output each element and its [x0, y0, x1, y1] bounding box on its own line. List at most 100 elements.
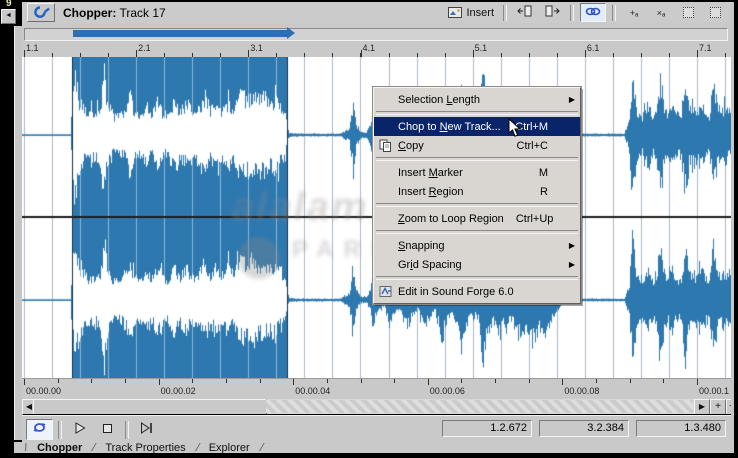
menu-item-shortcut: M: [527, 167, 566, 179]
tab-track-properties[interactable]: Track Properties: [105, 442, 185, 453]
stop-button[interactable]: [95, 420, 120, 439]
menu-item-label: Insert Marker: [398, 167, 463, 179]
ruler-label: 2.1: [138, 43, 151, 53]
menu-item-insert-marker[interactable]: Insert Marker M: [374, 163, 580, 182]
menu-separator: [376, 276, 578, 280]
chopper-context-menu: Selection Length▶ Chop to New Track...Ctr…: [373, 87, 581, 304]
tab-divider: /: [258, 442, 265, 453]
menu-item-insert-region[interactable]: Insert RegionR: [374, 182, 580, 201]
scrollbar-thumb[interactable]: [33, 399, 267, 414]
menu-item-label: Edit in Sound Forge 6.0: [398, 286, 514, 298]
time-tick: [596, 379, 597, 383]
time-tick: [630, 379, 631, 383]
time-tick: [663, 379, 664, 383]
halve-selection-icon: +ₐ: [630, 8, 639, 18]
tab-divider: /: [194, 442, 201, 453]
tab-chopper[interactable]: Chopper: [37, 442, 82, 453]
menu-item-label: Copy: [398, 140, 424, 152]
ruler-major-tick: [248, 50, 249, 57]
dock-collapse-button[interactable]: ◄: [1, 9, 16, 24]
measures-ruler[interactable]: 1.12.13.14.15.16.17.1: [22, 42, 731, 58]
transport-separator: [125, 421, 129, 439]
copy-icon: [379, 139, 392, 155]
toolbar-separator: [570, 5, 574, 21]
loop-bar-arrowhead-icon: [287, 27, 295, 39]
time-tick: [461, 379, 462, 383]
time-tick: [394, 379, 395, 383]
menu-separator: [376, 157, 578, 161]
insert-selection-button[interactable]: Insert: [445, 4, 497, 21]
ruler-label: 3.1: [250, 43, 263, 53]
time-label: 00.00.08: [564, 386, 599, 396]
play-icon: [74, 421, 86, 439]
double-selection-button[interactable]: ×ₐ: [649, 4, 673, 21]
zoom-in-time-button[interactable]: +: [710, 399, 726, 414]
menu-item-chop-to-new-track[interactable]: Chop to New Track...Ctrl+M: [374, 117, 580, 136]
chopper-window-screenshot: 9 ◄ Chopper: Track 17 Insert +ₐ×ₐ: [0, 0, 738, 458]
time-tick: [24, 379, 25, 385]
ruler-major-tick: [361, 50, 362, 57]
submenu-arrow-icon: ▶: [569, 260, 575, 269]
time-ruler[interactable]: 00.00.0000.00.0200.00.0400.00.0600.00.08…: [22, 378, 731, 399]
shift-selection-right-icon: [544, 5, 560, 20]
picture-icon: [448, 7, 462, 18]
skip-to-end-icon: [140, 421, 153, 439]
time-tick: [159, 379, 160, 385]
ruler-label: 1.1: [26, 43, 39, 53]
double-selection-icon: ×ₐ: [657, 8, 666, 18]
selection-preset-1-icon: [683, 7, 694, 18]
time-tick: [361, 379, 362, 383]
selection-preset-1-button[interactable]: [676, 4, 700, 21]
skip-to-end-button[interactable]: [134, 420, 159, 439]
menu-item-edit-in-sound-forge-6-0[interactable]: Edit in Sound Forge 6.0: [374, 282, 580, 301]
loop-bar-track[interactable]: [24, 28, 728, 41]
menu-item-snapping[interactable]: Snapping▶: [374, 236, 580, 255]
menu-item-zoom-to-loop-region[interactable]: Zoom to Loop RegionCtrl+Up: [374, 209, 580, 228]
shift-selection-left-icon: [517, 5, 533, 20]
menu-item-label: Insert Region: [398, 186, 463, 198]
window-title-track: Track 17: [119, 6, 165, 20]
time-tick: [697, 379, 698, 385]
scroll-right-button[interactable]: ▶: [694, 399, 710, 414]
menu-item-label: Zoom to Loop Region: [398, 213, 504, 225]
menu-item-grid-spacing[interactable]: Grid Spacing▶: [374, 255, 580, 274]
time-label: 00.00.1: [699, 386, 729, 396]
loop-playback-icon: [31, 421, 48, 439]
time-tick: [91, 379, 92, 383]
time-tick: [58, 379, 59, 383]
scrollbar-track-hatch[interactable]: [266, 400, 693, 413]
menu-separator: [376, 230, 578, 234]
loop-region-bar[interactable]: [73, 30, 288, 37]
tab-explorer[interactable]: Explorer: [209, 442, 250, 453]
selection-preset-2-button[interactable]: [703, 4, 727, 21]
submenu-arrow-icon: ▶: [569, 95, 575, 104]
ruler-major-tick: [697, 50, 698, 57]
mouse-cursor-icon: [508, 118, 522, 143]
crop-bottom-border: [0, 453, 738, 458]
time-tick: [327, 379, 328, 383]
ruler-label: 7.1: [699, 43, 712, 53]
stop-icon: [102, 421, 113, 439]
crop-fragment-digit: 9: [6, 0, 12, 9]
time-label: 00.00.04: [295, 386, 330, 396]
shift-selection-right-button[interactable]: [540, 4, 564, 21]
horizontal-scrollbar[interactable]: ◀ ▶ + −: [22, 399, 731, 414]
zoom-out-time-button[interactable]: −: [726, 399, 731, 414]
menu-item-copy[interactable]: CopyCtrl+C: [374, 136, 580, 155]
time-tick: [226, 379, 227, 383]
time-tick: [125, 379, 126, 383]
halve-selection-button[interactable]: +ₐ: [622, 4, 646, 21]
time-tick: [293, 379, 294, 385]
menu-separator: [376, 203, 578, 207]
loop-playback-button[interactable]: [26, 419, 53, 440]
play-button[interactable]: [67, 420, 92, 439]
sonic-foundry-swirl-icon: [27, 3, 55, 22]
time-tick: [562, 379, 563, 385]
loop-bar-strip: [22, 23, 731, 42]
time-tick: [260, 379, 261, 383]
time-label: 00.00.00: [26, 386, 61, 396]
shift-selection-left-button[interactable]: [513, 4, 537, 21]
link-arrow-to-selection-button[interactable]: [580, 3, 606, 22]
menu-item-selection-length[interactable]: Selection Length▶: [374, 90, 580, 109]
selection-length-value: 1.3.480: [636, 420, 726, 437]
